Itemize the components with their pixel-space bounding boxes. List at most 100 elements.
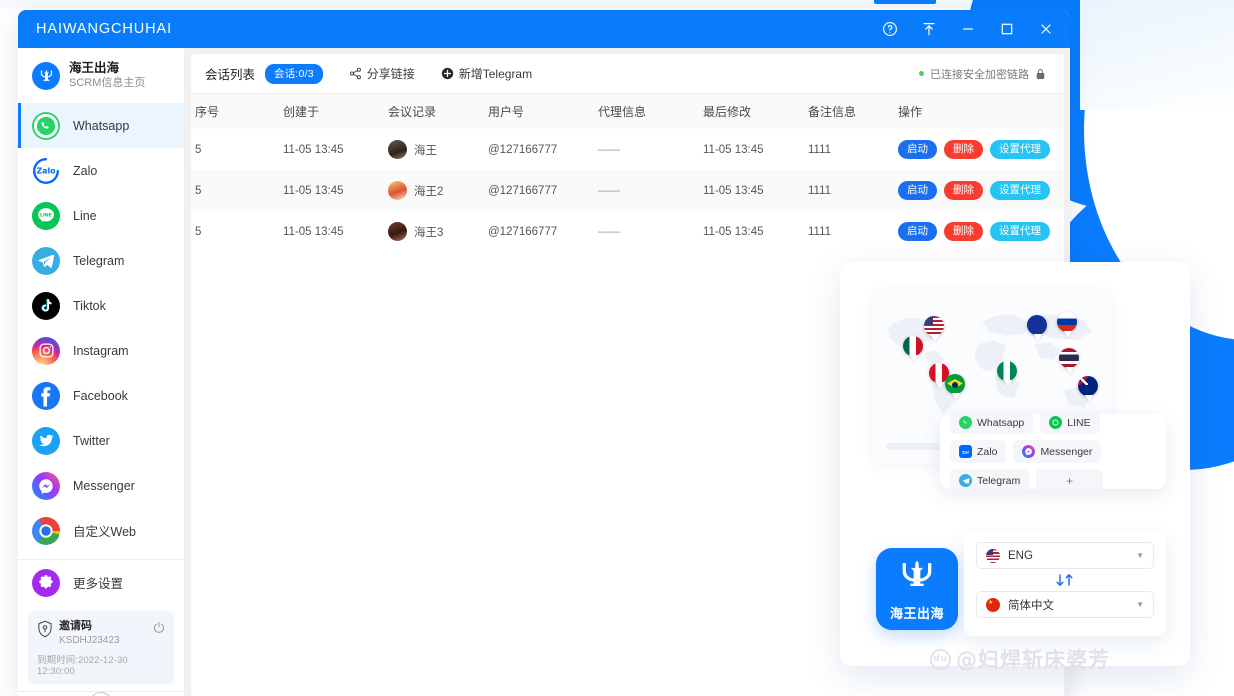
invite-code: KSDHJ23423 — [59, 634, 120, 646]
delete-button[interactable]: 删除 — [944, 139, 983, 160]
language-to-select[interactable]: ★ 简体中文 ▼ — [976, 591, 1154, 618]
trident-logo-icon — [897, 556, 937, 601]
start-button[interactable]: 启动 — [898, 221, 937, 242]
chip-add-more[interactable]: + — [1036, 469, 1104, 492]
table-row[interactable]: 5 11-05 13:45 海王2 @127166777 —— 11-05 13… — [191, 170, 1064, 211]
chrome-icon — [32, 516, 60, 545]
sidebar-item-custom-web[interactable]: 自定义Web — [18, 508, 184, 553]
table-row[interactable]: 5 11-05 13:45 海王 @127166777 —— 11-05 13:… — [191, 129, 1064, 170]
chevron-left-icon[interactable] — [89, 692, 113, 696]
language-from-label: ENG — [1008, 549, 1033, 562]
cell-note: 1111 — [808, 184, 832, 197]
plus-circle-icon — [441, 67, 454, 80]
cell-index: 5 — [195, 184, 202, 197]
column-header: 会议记录 — [384, 94, 484, 129]
share-link-button[interactable]: 分享链接 — [349, 65, 415, 82]
start-button[interactable]: 启动 — [898, 180, 937, 201]
column-header: 用户号 — [484, 94, 594, 129]
cell-user-id: @127166777 — [488, 143, 558, 156]
toolbar: 会话列表 会话:0/3 分享链接 新增Telegram 已连接安全加密链路 — [191, 54, 1064, 94]
delete-button[interactable]: 删除 — [944, 221, 983, 242]
sidebar-item-telegram[interactable]: Telegram — [18, 238, 184, 283]
chip-whatsapp[interactable]: Whatsapp — [950, 411, 1034, 434]
sidebar-item-facebook[interactable]: Facebook — [18, 373, 184, 418]
table-row[interactable]: 5 11-05 13:45 海王3 @127166777 —— 11-05 13… — [191, 211, 1064, 252]
cell-note: 1111 — [808, 143, 832, 156]
title-bar: HAIWANGCHUHAI — [18, 10, 1070, 48]
cell-user: 海王3 — [384, 211, 484, 252]
set-proxy-button[interactable]: 设置代理 — [990, 221, 1050, 242]
invite-expire: 到期时间:2022-12-30 12:30:00 — [37, 655, 128, 678]
telegram-icon — [959, 474, 972, 487]
start-button[interactable]: 启动 — [898, 139, 937, 160]
cell-user: 海王2 — [384, 170, 484, 211]
avatar — [388, 222, 407, 241]
trident-logo-icon — [32, 61, 60, 90]
chip-messenger[interactable]: Messenger — [1013, 440, 1102, 463]
facebook-icon — [32, 381, 60, 410]
lock-icon — [1035, 68, 1046, 80]
add-telegram-label: 新增Telegram — [458, 67, 533, 81]
language-from-select[interactable]: ENG ▼ — [976, 542, 1154, 569]
sidebar-item-messenger[interactable]: Messenger — [18, 463, 184, 508]
power-icon[interactable] — [152, 621, 166, 640]
cell-created: 11-05 13:45 — [283, 143, 344, 156]
sidebar-item-label: Tiktok — [73, 298, 106, 313]
set-proxy-button[interactable]: 设置代理 — [990, 139, 1050, 160]
brand-block[interactable]: 海王出海 SCRM信息主页 — [18, 48, 184, 103]
line-icon — [1049, 416, 1063, 429]
telegram-icon — [32, 246, 60, 275]
sidebar-item-whatsapp[interactable]: Whatsapp — [18, 103, 184, 149]
cell-index: 5 — [195, 143, 202, 156]
status-dot-icon — [919, 71, 924, 76]
invite-shield-icon — [37, 620, 53, 643]
sidebar-item-twitter[interactable]: Twitter — [18, 418, 184, 463]
invite-title: 邀请码 — [59, 620, 92, 633]
minimize-icon[interactable] — [958, 19, 978, 39]
maximize-icon[interactable] — [997, 19, 1017, 39]
close-icon[interactable] — [1036, 19, 1056, 39]
ng-flag-pin — [997, 361, 1019, 388]
chip-zalo[interactable]: Zal Zalo — [950, 440, 1007, 463]
sidebar-item-more-settings[interactable]: 更多设置 — [18, 560, 184, 605]
add-telegram-button[interactable]: 新增Telegram — [441, 65, 532, 82]
sidebar-item-tiktok[interactable]: Tiktok — [18, 283, 184, 328]
swap-arrows-icon[interactable] — [976, 569, 1154, 591]
sidebar-item-label: Instagram — [73, 343, 129, 358]
svg-text:Zal: Zal — [962, 449, 969, 454]
zalo-icon: Zal — [959, 445, 972, 458]
sidebar-item-instagram[interactable]: Instagram — [18, 328, 184, 373]
cell-proxy: —— — [598, 143, 620, 156]
svg-text:Zalo: Zalo — [36, 167, 56, 176]
sidebar-item-label: 自定义Web — [73, 525, 136, 540]
help-icon[interactable] — [880, 19, 900, 39]
sidebar: 海王出海 SCRM信息主页 Whatsapp Zalo Zalo LINE Li… — [18, 48, 185, 696]
toolbar-title: 会话列表 — [205, 68, 256, 82]
cell-user-name: 海王3 — [414, 226, 444, 239]
cell-proxy: —— — [598, 184, 620, 197]
svg-text:LINE: LINE — [40, 213, 52, 219]
cell-modified: 11-05 13:45 — [703, 184, 764, 197]
secure-status: 已连接安全加密链路 — [919, 66, 1046, 82]
cell-user-id: @127166777 — [488, 184, 558, 197]
sidebar-item-label: 更多设置 — [73, 577, 124, 592]
share-icon — [349, 67, 362, 80]
chip-line[interactable]: LINE — [1040, 411, 1100, 434]
cell-actions: 启动 删除 设置代理 — [894, 211, 1064, 252]
sidebar-item-line[interactable]: LINE Line — [18, 193, 184, 238]
sidebar-item-label: Facebook — [73, 388, 128, 403]
cell-actions: 启动 删除 设置代理 — [894, 129, 1064, 170]
invite-code-card[interactable]: 邀请码 KSDHJ23423 到期时间:2022-12-30 12:30:00 — [28, 611, 174, 685]
chip-telegram[interactable]: Telegram — [950, 469, 1030, 492]
sidebar-footer — [18, 691, 184, 696]
twitter-icon — [32, 426, 60, 455]
cell-index: 5 — [195, 225, 202, 238]
sidebar-item-label: Messenger — [73, 478, 135, 493]
delete-button[interactable]: 删除 — [944, 180, 983, 201]
cell-user-id: @127166777 — [488, 225, 558, 238]
sidebar-item-zalo[interactable]: Zalo Zalo — [18, 148, 184, 193]
whatsapp-icon — [959, 416, 972, 429]
pin-top-icon[interactable] — [919, 19, 939, 39]
set-proxy-button[interactable]: 设置代理 — [990, 180, 1050, 201]
ru-flag-pin — [1057, 312, 1079, 339]
